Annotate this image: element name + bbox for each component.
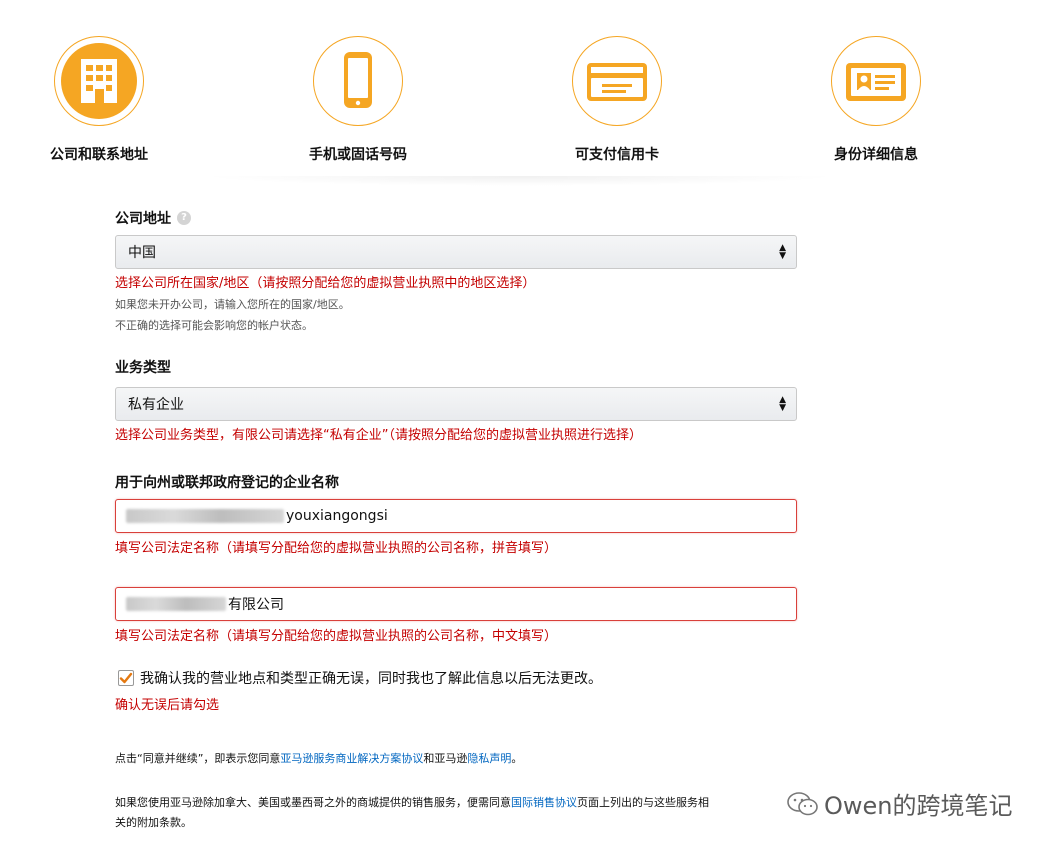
- company-address-label: 公司地址 ?: [115, 208, 191, 228]
- international-selling-agreement-link[interactable]: 国际销售协议: [511, 796, 577, 809]
- checkmark-icon: [119, 672, 133, 684]
- business-name-label: 用于向州或联邦政府登记的企业名称: [115, 472, 339, 492]
- redacted-text: [126, 509, 284, 523]
- confirm-error: 确认无误后请勾选: [115, 698, 220, 713]
- privacy-notice-link[interactable]: 隐私声明: [467, 752, 511, 765]
- watermark: Owen的跨境笔记: [786, 786, 1013, 821]
- help-icon[interactable]: ?: [177, 211, 191, 225]
- label-text: 业务类型: [115, 360, 171, 376]
- progress-steps: 公司和联系地址 手机或固话号码 可支付信用卡 身份详细信息: [0, 0, 1062, 186]
- company-address-select[interactable]: 中国 ▲ ▼: [115, 235, 797, 269]
- business-name-pinyin-input[interactable]: youxiangongsi: [115, 499, 797, 533]
- step-credit-card: 可支付信用卡: [517, 36, 717, 164]
- business-type-select[interactable]: 私有企业 ▲ ▼: [115, 387, 797, 421]
- redacted-text: [126, 597, 226, 611]
- step-circle: [313, 36, 403, 126]
- phone-icon: [344, 52, 372, 108]
- step-phone: 手机或固话号码: [258, 36, 458, 164]
- business-type-label: 业务类型: [115, 357, 171, 377]
- legal-text: 和亚马逊: [423, 752, 468, 765]
- step-label: 公司和联系地址: [50, 147, 148, 163]
- credit-card-icon: [587, 63, 647, 101]
- step-label: 可支付信用卡: [575, 147, 659, 163]
- wechat-icon: [787, 791, 818, 815]
- step-label: 手机或固话号码: [309, 147, 407, 163]
- label-text: 公司地址: [115, 211, 171, 227]
- step-circle: [831, 36, 921, 126]
- label-text: 用于向州或联邦政府登记的企业名称: [115, 475, 339, 491]
- business-type-error: 选择公司业务类型，有限公司请选择“私有企业”（请按照分配给您的虚拟营业执照进行选…: [115, 428, 642, 443]
- business-name-pinyin-error: 填写公司法定名称（请填写分配给您的虚拟营业执照的公司名称，拼音填写）: [115, 541, 558, 556]
- confirm-row: 我确认我的营业地点和类型正确无误，同时我也了解此信息以后无法更改。: [118, 668, 602, 688]
- building-icon: [61, 43, 137, 119]
- business-name-chinese-input[interactable]: 有限公司: [115, 587, 797, 621]
- company-address-hint: 不正确的选择可能会影响您的帐户状态。: [115, 319, 313, 332]
- divider: [200, 176, 840, 186]
- international-selling-text: 如果您使用亚马逊除加拿大、美国或墨西哥之外的商城提供的销售服务，便需同意国际销售…: [115, 793, 805, 833]
- legal-text: 点击“同意并继续”，即表示您同意: [115, 752, 281, 765]
- legal-text: 关的附加条款。: [115, 816, 192, 829]
- chevron-updown-icon: ▲ ▼: [779, 395, 786, 413]
- chevron-updown-icon: ▲ ▼: [779, 243, 786, 261]
- legal-text: 如果您使用亚马逊除加拿大、美国或墨西哥之外的商城提供的销售服务，便需同意: [115, 796, 511, 809]
- input-value: youxiangongsi: [286, 508, 388, 524]
- legal-text: 。: [511, 752, 523, 765]
- step-label: 身份详细信息: [834, 147, 918, 163]
- company-address-hint: 如果您未开办公司，请输入您所在的国家/地区。: [115, 298, 350, 311]
- select-value: 私有企业: [128, 397, 184, 413]
- confirm-checkbox[interactable]: [118, 670, 134, 686]
- step-circle: [54, 36, 144, 126]
- company-address-error: 选择公司所在国家/地区（请按照分配给您的虚拟营业执照中的地区选择）: [115, 276, 536, 291]
- step-identity: 身份详细信息: [776, 36, 976, 164]
- watermark-text: Owen的跨境笔记: [824, 792, 1013, 820]
- business-solutions-agreement-link[interactable]: 亚马逊服务商业解决方案协议: [280, 752, 423, 765]
- step-company-address: 公司和联系地址: [0, 36, 199, 164]
- input-value: 有限公司: [228, 597, 284, 613]
- id-card-icon: [846, 63, 906, 101]
- confirm-label: 我确认我的营业地点和类型正确无误，同时我也了解此信息以后无法更改。: [140, 671, 602, 687]
- legal-text: 页面上列出的与这些服务相: [577, 796, 709, 809]
- select-value: 中国: [128, 245, 156, 261]
- legal-agreement-text: 点击“同意并继续”，即表示您同意亚马逊服务商业解决方案协议和亚马逊隐私声明。: [115, 749, 522, 769]
- business-name-chinese-error: 填写公司法定名称（请填写分配给您的虚拟营业执照的公司名称，中文填写）: [115, 629, 558, 644]
- step-circle: [572, 36, 662, 126]
